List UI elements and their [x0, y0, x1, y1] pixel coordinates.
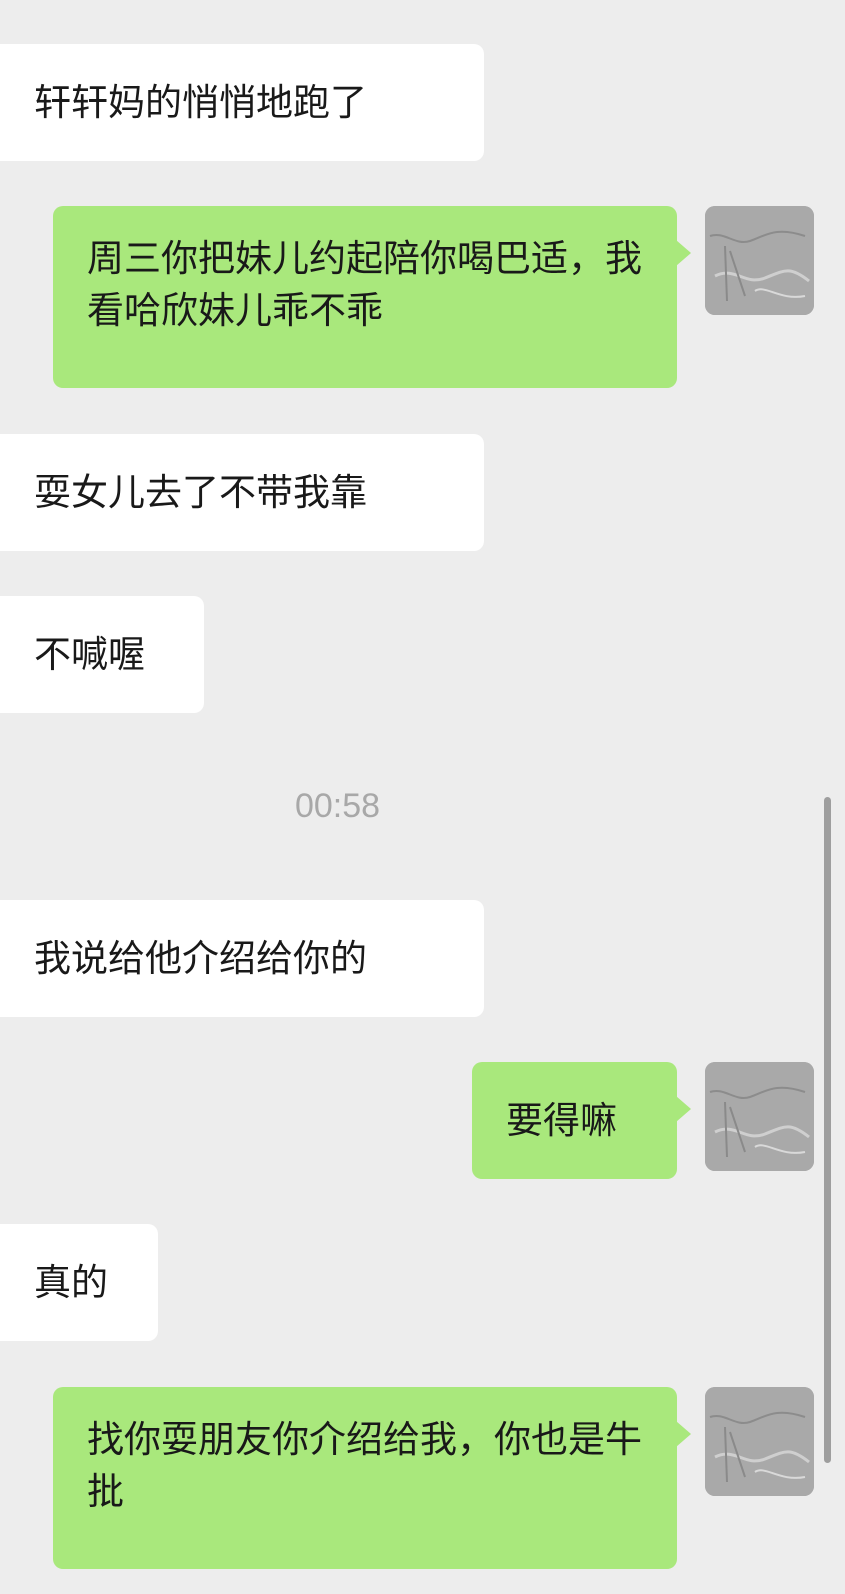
- outgoing-message[interactable]: 要得嘛: [472, 1062, 691, 1179]
- avatar-sketch-icon[interactable]: [705, 206, 814, 315]
- incoming-message[interactable]: 真的: [0, 1224, 158, 1341]
- scrollbar[interactable]: [824, 797, 831, 1463]
- avatar-sketch-icon[interactable]: [705, 1387, 814, 1496]
- incoming-message[interactable]: 不喊喔: [0, 596, 204, 713]
- incoming-message[interactable]: 我说给他介绍给你的: [0, 900, 484, 1017]
- message-timestamp: 00:58: [294, 787, 381, 825]
- chat-conversation: 轩轩妈的悄悄地跑了 周三你把妹儿约起陪你喝巴适，我看哈欣妹儿乖不乖 耍女儿去了不…: [0, 0, 845, 1594]
- outgoing-message[interactable]: 找你耍朋友你介绍给我，你也是牛批: [53, 1387, 691, 1569]
- avatar-sketch-icon[interactable]: [705, 1062, 814, 1171]
- outgoing-message[interactable]: 周三你把妹儿约起陪你喝巴适，我看哈欣妹儿乖不乖: [53, 206, 691, 388]
- incoming-message[interactable]: 耍女儿去了不带我靠: [0, 434, 484, 551]
- incoming-message[interactable]: 轩轩妈的悄悄地跑了: [0, 44, 484, 161]
